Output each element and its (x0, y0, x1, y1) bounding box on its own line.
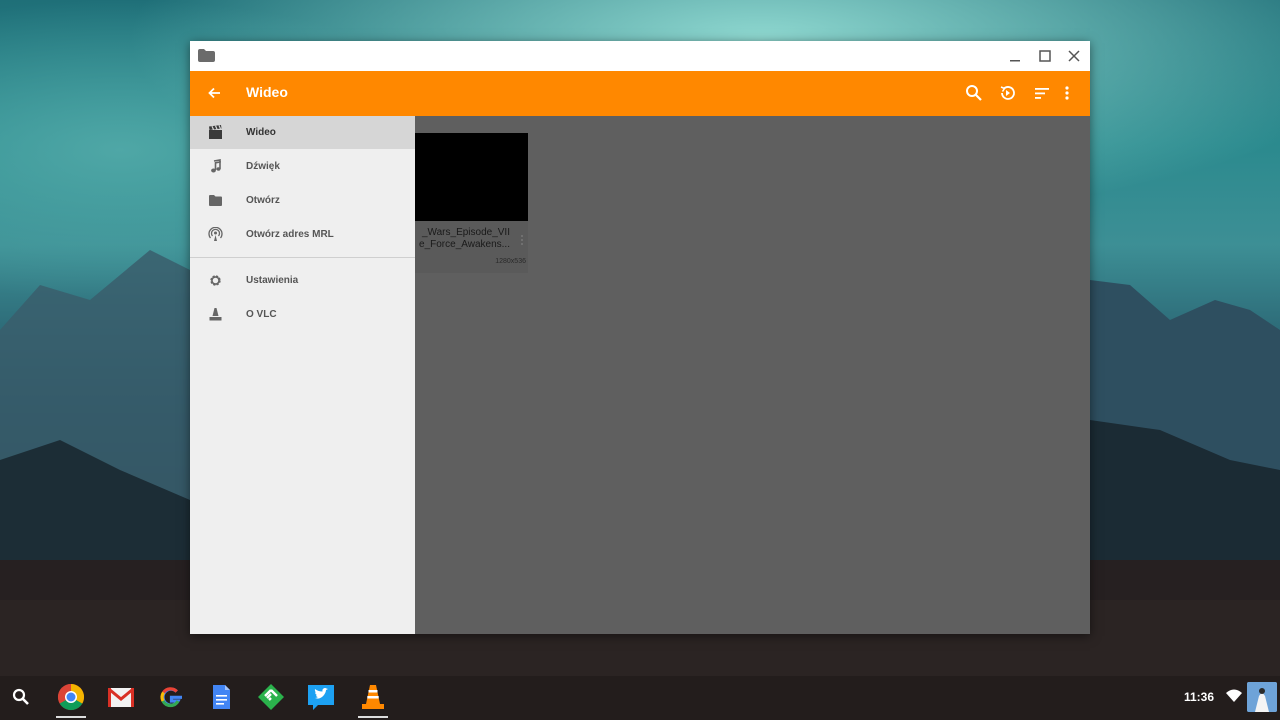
nav-item-about[interactable]: O VLC (190, 298, 415, 331)
vlc-cone-icon (208, 307, 223, 327)
antenna-icon (208, 226, 223, 247)
os-shelf: 11:36 (0, 676, 1280, 720)
feedly-icon[interactable] (256, 682, 286, 712)
history-icon[interactable] (998, 83, 1018, 103)
nav-item-label: Ustawienia (246, 275, 299, 286)
nav-item-video[interactable]: Wideo (190, 116, 415, 149)
nav-item-label: Otwórz adres MRL (246, 229, 334, 240)
google-icon[interactable] (156, 682, 186, 712)
clapperboard-icon (208, 125, 223, 145)
drawer-divider (190, 257, 415, 258)
nav-item-label: O VLC (246, 309, 277, 320)
window-titlebar[interactable] (190, 41, 1090, 71)
nav-item-open-mrl[interactable]: Otwórz adres MRL (190, 218, 415, 251)
wifi-icon[interactable] (1226, 688, 1242, 709)
page-title: Wideo (246, 84, 288, 100)
user-avatar[interactable] (1247, 682, 1277, 712)
vlc-window: Wideo _Wars_Episode_VII e_Force_Awakens.… (190, 41, 1090, 634)
nav-item-open[interactable]: Otwórz (190, 184, 415, 217)
close-button[interactable] (1064, 46, 1084, 66)
folder-icon (208, 193, 223, 213)
sort-icon[interactable] (1032, 83, 1052, 103)
nav-item-label: Wideo (246, 127, 276, 138)
navigation-drawer: Wideo Dźwięk Otwórz Otwórz adres MRL Ust… (190, 116, 415, 634)
launcher-search-icon[interactable] (6, 682, 36, 712)
nav-item-label: Dźwięk (246, 161, 280, 172)
video-resolution: 1280x536 (495, 258, 526, 265)
gear-icon (208, 273, 223, 293)
gmail-icon[interactable] (106, 682, 136, 712)
docs-icon[interactable] (206, 682, 236, 712)
nav-item-settings[interactable]: Ustawienia (190, 264, 415, 297)
item-more-icon[interactable] (520, 233, 524, 251)
music-note-icon (208, 159, 223, 179)
nav-item-audio[interactable]: Dźwięk (190, 150, 415, 183)
status-clock[interactable]: 11:36 (1184, 690, 1214, 704)
chrome-icon[interactable] (56, 682, 86, 718)
search-icon[interactable] (964, 83, 984, 103)
back-arrow-icon[interactable] (205, 83, 225, 108)
maximize-button[interactable] (1035, 46, 1055, 66)
folder-icon (198, 49, 215, 67)
minimize-button[interactable] (1005, 46, 1025, 66)
more-vert-icon[interactable] (1057, 83, 1077, 103)
nav-item-label: Otwórz (246, 195, 280, 206)
twitter-icon[interactable] (306, 682, 336, 712)
vlc-icon[interactable] (358, 682, 388, 718)
app-toolbar: Wideo (190, 71, 1090, 116)
